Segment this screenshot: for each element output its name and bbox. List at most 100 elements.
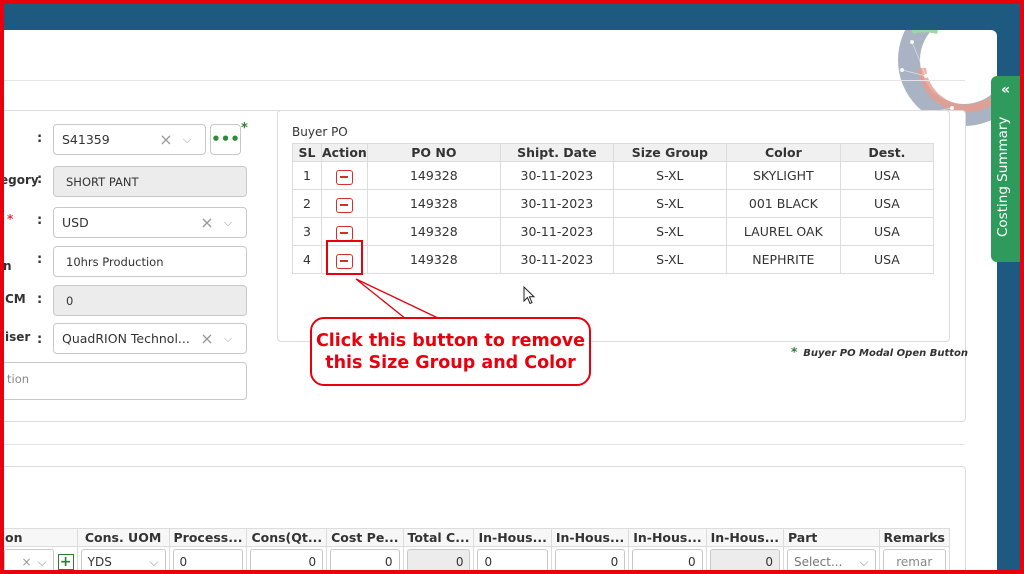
- total-cost-value: 0: [455, 555, 464, 569]
- cell-shipt-date: 30-11-2023: [499, 161, 614, 190]
- col-sl: SL: [292, 143, 322, 162]
- cell-color: NEPHRITE: [725, 245, 841, 274]
- field-colon: :: [37, 292, 43, 307]
- col-cons-uom: Cons. UOM: [76, 528, 170, 547]
- col-description: on: [0, 528, 78, 547]
- cell-action: [321, 161, 368, 190]
- legend-text: Buyer PO Modal Open Button: [803, 348, 969, 359]
- header-divider: [0, 80, 965, 81]
- cell-uom: YDS ⌵: [76, 546, 170, 574]
- currency-value: USD: [62, 215, 89, 230]
- cm-label: CM: [5, 292, 26, 306]
- add-row-button[interactable]: +: [57, 554, 74, 570]
- in-house-4-field: 0: [709, 549, 780, 574]
- cell-remarks: remar: [878, 546, 951, 574]
- cell-sl: 2: [292, 189, 322, 218]
- cell-process: 0: [168, 546, 248, 574]
- chevron-down-icon[interactable]: ⌵: [177, 133, 197, 147]
- cell-size-group: S-XL: [612, 217, 727, 246]
- field-colon: :: [37, 172, 43, 187]
- clear-icon[interactable]: ×: [196, 329, 218, 348]
- chevron-down-icon[interactable]: ⌵: [38, 555, 47, 570]
- cell-sl: 4: [292, 245, 322, 274]
- merchandiser-value: QuadRION Technol...: [62, 331, 190, 346]
- remove-button[interactable]: [335, 169, 353, 185]
- col-total-cost: Total C...: [402, 528, 475, 547]
- cell-in-house-2: 0: [550, 546, 630, 574]
- cell-shipt-date: 30-11-2023: [499, 217, 614, 246]
- col-size-group: Size Group: [612, 143, 727, 162]
- uom-value: YDS: [87, 555, 112, 569]
- cell-dest: USA: [839, 245, 935, 274]
- table-row: 2 149328 30-11-2023 S-XL 001 BLACK USA: [292, 189, 935, 218]
- clear-icon[interactable]: ×: [21, 555, 31, 569]
- chevron-down-icon[interactable]: ⌵: [218, 332, 238, 346]
- table-row: 3 149328 30-11-2023 S-XL LAUREL OAK USA: [292, 217, 935, 246]
- category-label: egory: [0, 173, 39, 187]
- callout-line-2: this Size Group and Color: [325, 352, 576, 373]
- chevron-down-icon[interactable]: ⌵: [149, 555, 158, 570]
- legend-star-icon: *: [791, 345, 798, 359]
- merchandiser-label: iser: [5, 330, 31, 344]
- cost-detail-table: on Cons. UOM Process... Cons(Qt... Cost …: [0, 528, 951, 574]
- process-value: 0: [179, 555, 188, 569]
- in-house-2-input[interactable]: 0: [554, 549, 626, 574]
- cell-shipt-date: 30-11-2023: [499, 189, 614, 218]
- cons-qty-input[interactable]: 0: [250, 549, 324, 574]
- costing-summary-tab[interactable]: « Costing Summary: [991, 76, 1020, 262]
- part-select[interactable]: Select... ⌵: [786, 549, 876, 574]
- cell-description: × ⌵ +: [0, 546, 78, 574]
- description-textarea[interactable]: tion: [0, 362, 247, 400]
- callout-line-1: Click this button to remove: [315, 330, 586, 351]
- remove-button[interactable]: [335, 225, 353, 241]
- cell-in-house-3: 0: [628, 546, 707, 574]
- cell-po-no: 149328: [366, 161, 501, 190]
- col-in-house-3: In-Hous...: [628, 528, 707, 547]
- cell-sl: 3: [292, 217, 322, 246]
- field-colon: :: [37, 332, 43, 347]
- field-colon: :: [37, 252, 43, 267]
- required-star: *: [241, 121, 248, 136]
- cons-qty-value: 0: [308, 555, 317, 569]
- in-house-1-input[interactable]: 0: [477, 549, 548, 574]
- callout-tooltip: Click this button to remove this Size Gr…: [310, 317, 591, 386]
- chevron-down-icon[interactable]: ⌵: [218, 216, 238, 230]
- in-house-3-input[interactable]: 0: [632, 549, 703, 574]
- cell-color: SKYLIGHT: [725, 161, 841, 190]
- remarks-placeholder: remar: [896, 555, 933, 569]
- clear-icon[interactable]: ×: [196, 213, 218, 232]
- field-colon: :: [37, 213, 43, 228]
- col-po-no: PO NO: [366, 143, 501, 162]
- cost-per-input[interactable]: 0: [330, 549, 400, 574]
- col-in-house-1: In-Hous...: [473, 528, 552, 547]
- remarks-input[interactable]: remar: [882, 549, 946, 574]
- uom-select[interactable]: YDS ⌵: [80, 549, 166, 574]
- remove-button[interactable]: [335, 197, 353, 213]
- currency-select[interactable]: USD × ⌵: [53, 207, 247, 238]
- in-house-1-value: 0: [484, 555, 493, 569]
- description-select[interactable]: × ⌵: [4, 549, 54, 574]
- mouse-cursor-icon: [523, 286, 536, 305]
- col-action: Action: [321, 143, 368, 162]
- process-input[interactable]: 0: [172, 549, 244, 574]
- production-input[interactable]: 10hrs Production: [53, 246, 247, 277]
- table-header-row: on Cons. UOM Process... Cons(Qt... Cost …: [0, 528, 951, 547]
- col-part: Part: [782, 528, 880, 547]
- style-select[interactable]: S41359 × ⌵: [53, 124, 206, 155]
- cost-per-value: 0: [384, 555, 393, 569]
- cell-size-group: S-XL: [612, 161, 727, 190]
- chevron-down-icon[interactable]: ⌵: [859, 555, 868, 570]
- cell-sl: 1: [292, 161, 322, 190]
- table-row: × ⌵ + YDS ⌵ 0 0 0 0 0 0 0 0 Select... ⌵ …: [0, 546, 951, 574]
- col-color: Color: [725, 143, 841, 162]
- table-header-row: SL Action PO NO Shipt. Date Size Group C…: [292, 143, 935, 162]
- cell-dest: USA: [839, 161, 935, 190]
- cell-po-no: 149328: [366, 217, 501, 246]
- section-divider: [0, 444, 965, 445]
- buyer-po-table: SL Action PO NO Shipt. Date Size Group C…: [292, 143, 935, 274]
- style-value: S41359: [62, 132, 110, 147]
- buyer-po-modal-open-button[interactable]: •••: [210, 124, 241, 155]
- clear-icon[interactable]: ×: [155, 130, 177, 149]
- merchandiser-select[interactable]: QuadRION Technol... × ⌵: [53, 323, 247, 354]
- minus-icon: [340, 176, 349, 179]
